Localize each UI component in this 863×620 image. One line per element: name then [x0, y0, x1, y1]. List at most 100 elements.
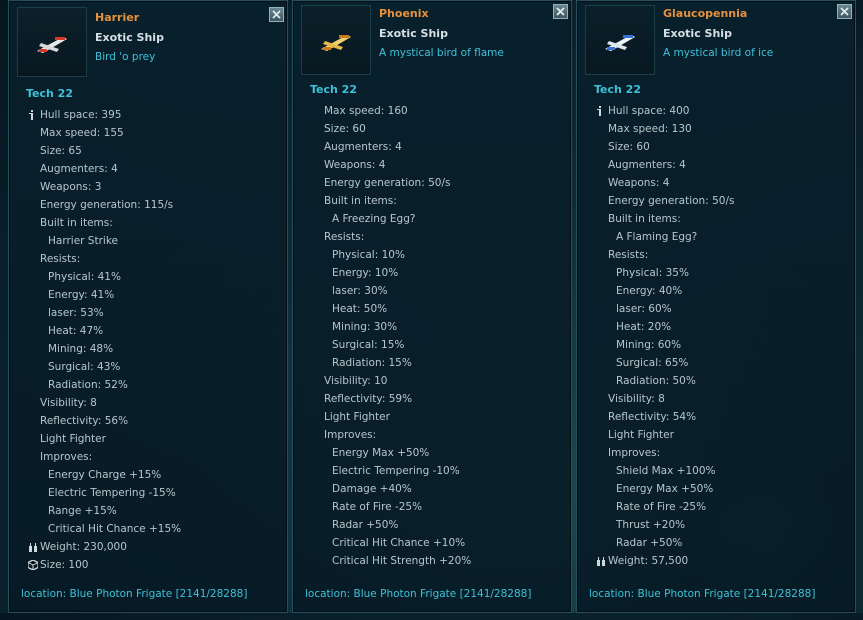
- stat-item: Energy generation: 50/s: [608, 195, 735, 207]
- stat-item: Augmenters: 4: [40, 163, 118, 175]
- stat-item: Hull space: 400: [608, 105, 690, 117]
- stat-subitem: Energy: 40%: [616, 285, 683, 297]
- stat-subitem: Critical Hit Strength +20%: [332, 555, 472, 567]
- stat-subitem: Heat: 47%: [48, 325, 104, 337]
- stat-subitem: Surgical: 15%: [332, 339, 405, 351]
- stat-subitem: Radiation: 15%: [332, 357, 412, 369]
- gold-ship-icon: [321, 35, 351, 51]
- ship-thumbnail: [17, 7, 87, 77]
- stat-subitem: A Freezing Egg?: [332, 213, 416, 225]
- stat-subitem: Radiation: 50%: [616, 375, 696, 387]
- stat-subitem: Radiation: 52%: [48, 379, 128, 391]
- stat-item: Weapons: 4: [608, 177, 670, 189]
- stat-subitem: laser: 53%: [48, 307, 104, 319]
- stat-subitem: Heat: 50%: [332, 303, 388, 315]
- stat-subitem: Range +15%: [48, 505, 117, 517]
- stat-item: Light Fighter: [324, 411, 390, 423]
- weight-icon: [596, 556, 606, 569]
- stat-item: Max speed: 160: [324, 105, 408, 117]
- stat-subitem: Energy Charge +15%: [48, 469, 162, 481]
- stat-item: Max speed: 130: [608, 123, 692, 135]
- stat-subitem: Physical: 10%: [332, 249, 405, 261]
- ship-tooltip-phoenix: Phoenix Exotic Ship A mystical bird of f…: [292, 0, 572, 613]
- stat-item: Light Fighter: [40, 433, 106, 445]
- blue-white-ship-icon: [605, 35, 635, 51]
- stat-subitem: Mining: 48%: [48, 343, 114, 355]
- red-white-ship-icon: [37, 37, 67, 53]
- stat-item: Size: 60: [608, 141, 650, 153]
- location-text: location: Blue Photon Frigate [2141/2828…: [21, 588, 248, 600]
- close-button[interactable]: [553, 4, 568, 19]
- ship-description: A mystical bird of ice: [663, 47, 774, 59]
- stat-subitem: Energy: 10%: [332, 267, 399, 279]
- close-button[interactable]: [837, 4, 852, 19]
- stat-item: Visibility: 8: [608, 393, 665, 405]
- stat-item: Weapons: 4: [324, 159, 386, 171]
- ship-name: Harrier: [95, 11, 140, 24]
- stat-subitem: Energy Max +50%: [616, 483, 714, 495]
- stat-subitem: Critical Hit Chance +15%: [48, 523, 182, 535]
- stat-subitem: Heat: 20%: [616, 321, 672, 333]
- weight-icon: [28, 542, 38, 555]
- stat-subitem: Radar +50%: [332, 519, 399, 531]
- tech-level: Tech 22: [594, 83, 641, 96]
- stat-item: Hull space: 395: [40, 109, 122, 121]
- stat-item: Improves:: [608, 447, 661, 459]
- stat-item: Size: 60: [324, 123, 366, 135]
- stat-subitem: Harrier Strike: [48, 235, 118, 247]
- stat-item: Resists:: [324, 231, 365, 243]
- stat-item: Light Fighter: [608, 429, 674, 441]
- stat-subitem: laser: 60%: [616, 303, 672, 315]
- stat-subitem: Surgical: 65%: [616, 357, 689, 369]
- tooltip-header: Glaucopennia Exotic Ship A mystical bird…: [577, 1, 855, 81]
- stat-item: Built in items:: [324, 195, 397, 207]
- stat-subitem: Physical: 35%: [616, 267, 689, 279]
- stat-item: Improves:: [324, 429, 377, 441]
- close-button[interactable]: [269, 7, 284, 22]
- stat-item: Improves:: [40, 451, 93, 463]
- stat-subitem: Energy: 41%: [48, 289, 115, 301]
- close-icon: [840, 7, 849, 16]
- stat-item: Augmenters: 4: [608, 159, 686, 171]
- ship-thumbnail: [301, 5, 371, 75]
- tooltip-header: Phoenix Exotic Ship A mystical bird of f…: [293, 1, 571, 81]
- stat-item: Built in items:: [40, 217, 113, 229]
- ship-tooltip-harrier: Harrier Exotic Ship Bird 'o prey Tech 22…: [8, 0, 288, 613]
- ship-description: A mystical bird of flame: [379, 47, 504, 59]
- stat-item: Weight: 57,500: [608, 555, 689, 567]
- stat-subitem: Mining: 30%: [332, 321, 398, 333]
- stat-item: Resists:: [40, 253, 81, 265]
- stat-subitem: Mining: 60%: [616, 339, 682, 351]
- stat-item: Augmenters: 4: [324, 141, 402, 153]
- ship-type: Exotic Ship: [663, 27, 732, 40]
- ship-description: Bird 'o prey: [95, 51, 156, 63]
- stat-subitem: Radar +50%: [616, 537, 683, 549]
- stat-subitem: Rate of Fire -25%: [616, 501, 707, 513]
- stat-subitem: Surgical: 43%: [48, 361, 121, 373]
- cube-icon: [27, 559, 39, 573]
- stat-item: Size: 65: [40, 145, 82, 157]
- stat-item: Reflectivity: 59%: [324, 393, 413, 405]
- location-text: location: Blue Photon Frigate [2141/2828…: [305, 588, 532, 600]
- close-icon: [272, 10, 281, 19]
- stat-item: Max speed: 155: [40, 127, 124, 139]
- stat-item: Weapons: 3: [40, 181, 102, 193]
- stat-subitem: Critical Hit Chance +10%: [332, 537, 466, 549]
- stat-subitem: Electric Tempering -15%: [48, 487, 176, 499]
- ship-thumbnail: [585, 5, 655, 75]
- ship-type: Exotic Ship: [95, 31, 164, 44]
- stat-subitem: Rate of Fire -25%: [332, 501, 423, 513]
- location-text: location: Blue Photon Frigate [2141/2828…: [589, 588, 816, 600]
- stat-subitem: A Flaming Egg?: [616, 231, 698, 243]
- tech-level: Tech 22: [26, 87, 73, 100]
- stat-subitem: Energy Max +50%: [332, 447, 430, 459]
- stat-item: Size: 100: [40, 559, 89, 571]
- ship-name: Glaucopennia: [663, 7, 748, 20]
- stat-item: Energy generation: 115/s: [40, 199, 174, 211]
- ship-type: Exotic Ship: [379, 27, 448, 40]
- stat-item: Resists:: [608, 249, 649, 261]
- tech-level: Tech 22: [310, 83, 357, 96]
- stat-subitem: Shield Max +100%: [616, 465, 716, 477]
- stat-item: Energy generation: 50/s: [324, 177, 451, 189]
- stat-item: Built in items:: [608, 213, 681, 225]
